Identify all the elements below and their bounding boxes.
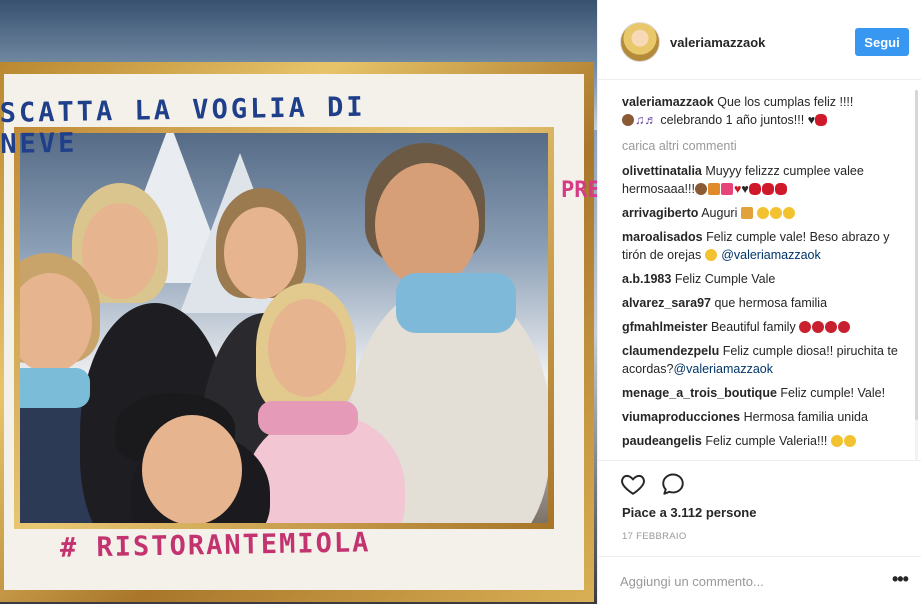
add-comment-bar: ••• <box>598 556 921 604</box>
frame-text-bottom: # RISTORANTEMIOLA <box>59 527 371 564</box>
comment-text: Feliz cumple Valeria!!! <box>705 434 828 448</box>
kiss-face-icon <box>783 207 796 219</box>
load-more-comments-link[interactable]: carica altri commenti <box>622 137 912 155</box>
cake-icon <box>622 114 634 126</box>
comments-list: valeriamazzaok Que los cumplas feliz !!!… <box>622 93 912 459</box>
rose-icon <box>812 321 825 333</box>
comment-username[interactable]: maroalisados <box>622 230 703 244</box>
family-scene <box>20 133 548 523</box>
lips-icon <box>748 183 761 195</box>
caption-text-a: Que los cumplas feliz !!!! <box>717 95 854 109</box>
lips-icon <box>774 183 787 195</box>
post-header: valeriamazzaok Segui <box>598 0 921 80</box>
heart-ribbon-icon <box>720 183 733 195</box>
comment-username[interactable]: paudeangelis <box>622 434 702 448</box>
comment-item: maroalisados Feliz cumple vale! Beso abr… <box>622 228 912 264</box>
rose-icon <box>825 321 838 333</box>
post-actions: Piace a 3.112 persone 17 FEBBRAIO ••• <box>598 460 921 604</box>
comments-scrollbar[interactable] <box>915 90 918 460</box>
comment-text: Beautiful family <box>710 320 796 334</box>
comment-username[interactable]: arrivagiberto <box>622 206 698 220</box>
comment-item: a.b.1983 Feliz Cumple Vale <box>622 270 912 288</box>
caption-text-b: celebrando 1 año juntos!!! <box>660 113 805 127</box>
black-heart-icon: ♥ <box>741 182 749 196</box>
black-heart-icon: ♥ <box>807 113 816 127</box>
comment-item: alvarez_sara97 que hermosa familia <box>622 294 912 312</box>
comment-username[interactable]: alvarez_sara97 <box>622 296 711 310</box>
scrollbar-thumb[interactable] <box>915 90 918 420</box>
comment-text: Feliz cumple! Vale! <box>780 386 886 400</box>
speech-bubble-icon[interactable] <box>660 471 686 497</box>
cake-icon <box>694 183 707 195</box>
kiss-face-icon <box>830 435 843 447</box>
frame-text-side: PREDAZZO <box>561 178 597 203</box>
comment-item: claumendezpelu Feliz cumple diosa!! piru… <box>622 342 912 378</box>
comment-text: Hermosa familia unida <box>743 410 868 424</box>
comment-text: Auguri <box>701 206 738 220</box>
comment-text: Feliz Cumple Vale <box>674 272 776 286</box>
comment-input[interactable] <box>620 570 870 592</box>
post-sidebar: valeriamazzaok Segui valeriamazzaok Que … <box>597 0 921 604</box>
kiss-face-icon <box>770 207 783 219</box>
likes-count[interactable]: Piace a 3.112 persone <box>622 505 756 520</box>
post-date[interactable]: 17 FEBBRAIO <box>622 531 687 542</box>
comment-item: gfmahlmeister Beautiful family <box>622 318 912 336</box>
comment-text: que hermosa familia <box>714 296 828 310</box>
rose-icon <box>799 321 812 333</box>
comment-username[interactable]: menage_a_trois_boutique <box>622 386 777 400</box>
comment-username[interactable]: olivettinatalia <box>622 164 702 178</box>
comment-item: paudeangelis Feliz cumple Valeria!!! <box>622 432 912 450</box>
kiss-face-icon <box>704 249 717 261</box>
comment-username[interactable]: claumendezpelu <box>622 344 719 358</box>
comment-item: menage_a_trois_boutique Feliz cumple! Va… <box>622 384 912 402</box>
follow-button[interactable]: Segui <box>855 28 909 56</box>
comment-username[interactable]: gfmahlmeister <box>622 320 707 334</box>
comment-item: arrivagiberto Auguri <box>622 204 912 222</box>
caption: valeriamazzaok Que los cumplas feliz !!!… <box>622 93 912 129</box>
more-options-icon[interactable]: ••• <box>892 569 909 590</box>
lips-icon <box>761 183 774 195</box>
gift-icon <box>707 183 720 195</box>
avatar[interactable] <box>620 22 660 62</box>
mention-link[interactable]: @valeriamazzaok <box>721 248 821 262</box>
rose-icon <box>838 321 851 333</box>
comment-username[interactable]: viumaproducciones <box>622 410 740 424</box>
heart-outline-icon[interactable] <box>620 471 646 497</box>
comment-username[interactable]: a.b.1983 <box>622 272 671 286</box>
kiss-face-icon <box>843 435 856 447</box>
kiss-face-icon <box>757 207 770 219</box>
comment-item: viumaproducciones Hermosa familia unida <box>622 408 912 426</box>
music-notes-icon: ♫♬ <box>635 113 657 127</box>
caption-username[interactable]: valeriamazzaok <box>622 95 714 109</box>
post-photo[interactable]: SCATTA LA VOGLIA DI NEVE PREDAZZO # RIST… <box>0 0 597 604</box>
header-username-link[interactable]: valeriamazzaok <box>670 35 765 50</box>
party-popper-icon <box>740 207 753 219</box>
frame-text-top: SCATTA LA VOGLIA DI NEVE <box>0 91 366 161</box>
lips-icon <box>815 114 828 126</box>
comment-item: olivettinatalia Muyyy felizzz cumplee va… <box>622 162 912 198</box>
mention-link[interactable]: @valeriamazzaok <box>673 362 773 376</box>
